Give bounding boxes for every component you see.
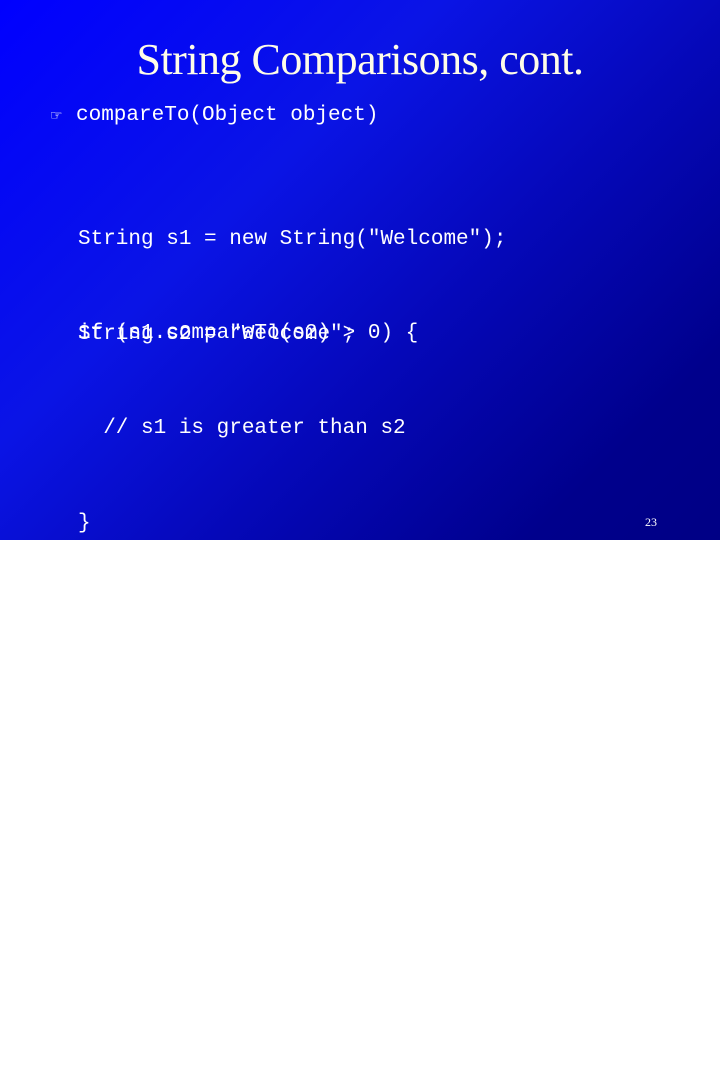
code-line: // s1 is less than s2 bbox=[78, 989, 381, 1013]
code-line: if (s1.compareTo(s2) > 0) { bbox=[78, 321, 419, 345]
pointing-hand-icon: ☞ bbox=[50, 107, 63, 124]
code-block-comparison: if (s1.compareTo(s2) > 0) { // s1 is gre… bbox=[78, 254, 544, 1080]
code-line: } bbox=[78, 512, 91, 536]
slide: String Comparisons, cont. ☞ compareTo(Ob… bbox=[0, 0, 720, 1012]
bullet-item: ☞ compareTo(Object object) bbox=[50, 104, 378, 127]
code-line: else bbox=[78, 893, 129, 917]
code-line: // s1 and s2 have the same contents bbox=[78, 703, 545, 727]
code-line: // s1 is greater than s2 bbox=[78, 416, 406, 440]
code-line: } bbox=[78, 798, 91, 822]
code-line: String s1 = new String("Welcome"); bbox=[78, 227, 507, 251]
code-line: else if (s1.compareTo(s2) == 0) { bbox=[78, 607, 494, 631]
page-number: 23 bbox=[645, 515, 657, 529]
bullet-text: compareTo(Object object) bbox=[76, 104, 379, 127]
slide-title: String Comparisons, cont. bbox=[136, 35, 584, 84]
